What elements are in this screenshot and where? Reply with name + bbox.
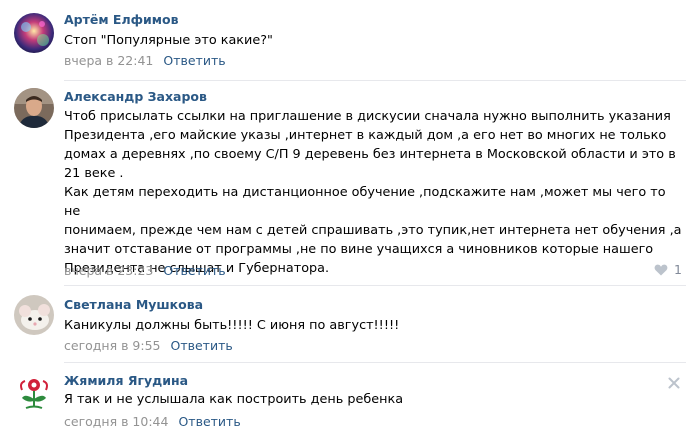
comment-meta: сегодня в 10:44 Ответить — [64, 414, 241, 429]
comment-text: Я так и не услышала как построить день р… — [64, 392, 404, 407]
avatar[interactable] — [14, 13, 54, 53]
comment-author[interactable]: Артём Елфимов — [64, 12, 178, 27]
avatar[interactable] — [14, 295, 54, 335]
heart-icon — [654, 264, 668, 276]
comment-item: Александр Захаров Чтоб присылать ссылки … — [0, 80, 700, 285]
reply-button[interactable]: Ответить — [171, 338, 233, 353]
comment-meta: вчера в 22:41 Ответить — [64, 53, 226, 68]
comment-meta: сегодня в 9:55 Ответить — [64, 338, 233, 353]
comment-item: Артём Елфимов Стоп "Популярные это какие… — [0, 0, 700, 80]
comment-item: Жямиля Ягудина Я так и не услышала как п… — [0, 362, 700, 437]
comment-timestamp[interactable]: вчера в 22:41 — [64, 53, 153, 68]
reply-button[interactable]: Ответить — [163, 263, 225, 278]
comment-item: Светлана Мушкова Каникулы должны быть!!!… — [0, 285, 700, 362]
like-count: 1 — [674, 262, 682, 277]
avatar[interactable] — [14, 88, 54, 128]
comment-author[interactable]: Александр Захаров — [64, 89, 207, 104]
close-icon — [668, 377, 680, 389]
comment-text: Каникулы должны быть!!!!! С июня по авгу… — [64, 318, 400, 333]
comment-timestamp[interactable]: вчера в 23:23 — [64, 263, 153, 278]
comment-timestamp[interactable]: сегодня в 10:44 — [64, 414, 168, 429]
avatar[interactable] — [14, 372, 54, 412]
comment-author[interactable]: Жямиля Ягудина — [64, 373, 188, 388]
comment-text: Чтоб присылать ссылки на приглашение в д… — [64, 109, 682, 276]
comment-author[interactable]: Светлана Мушкова — [64, 297, 203, 312]
reply-button[interactable]: Ответить — [163, 53, 225, 68]
reply-button[interactable]: Ответить — [178, 414, 240, 429]
comment-meta: вчера в 23:23 Ответить — [64, 263, 226, 278]
comment-timestamp[interactable]: сегодня в 9:55 — [64, 338, 161, 353]
delete-comment-button[interactable] — [668, 374, 680, 389]
comment-text: Стоп "Популярные это какие?" — [64, 33, 273, 48]
like-button[interactable]: 1 — [654, 262, 682, 277]
